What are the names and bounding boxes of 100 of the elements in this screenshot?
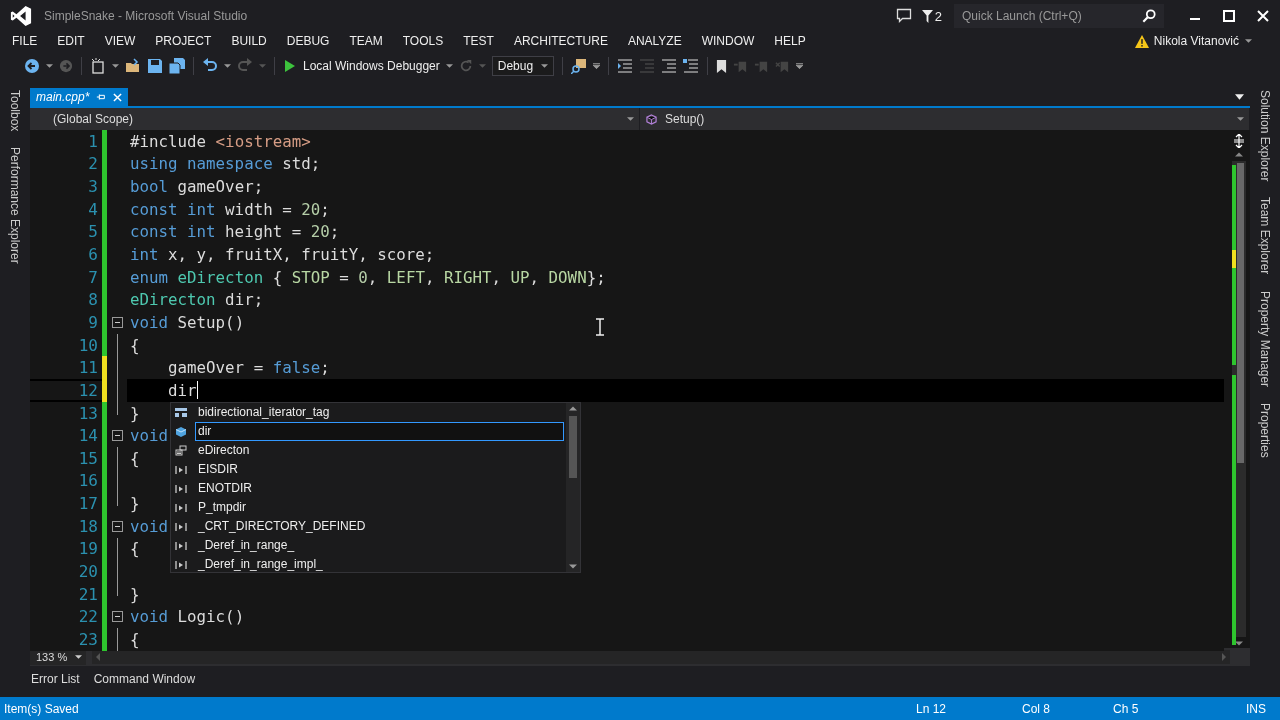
menu-item[interactable]: DEBUG (276, 34, 340, 48)
status-message: Item(s) Saved (4, 701, 80, 716)
caret-icon[interactable] (1245, 39, 1252, 43)
indent-icon[interactable] (616, 58, 633, 74)
menu-item[interactable]: PROJECT (145, 34, 222, 48)
macro-icon (175, 464, 187, 475)
back-icon[interactable] (24, 58, 40, 74)
code-line: void (130, 426, 169, 446)
code-line: const int width = 20; (130, 199, 330, 219)
quick-launch-field[interactable]: Quick Launch (Ctrl+Q) (954, 4, 1164, 28)
menu-item[interactable]: BUILD (221, 34, 277, 48)
completion-item[interactable]: dir (195, 422, 564, 441)
window-title: SimpleSnake - Microsoft Visual Studio (44, 9, 248, 23)
collapse-icon[interactable] (111, 611, 123, 623)
open-folder-icon[interactable] (125, 58, 141, 74)
completion-item[interactable]: _Deref_in_range_impl_ (195, 555, 566, 574)
scroll-down-icon[interactable] (569, 564, 577, 569)
scroll-up-icon[interactable] (569, 406, 577, 411)
completion-item[interactable]: bidirectional_iterator_tag (195, 403, 566, 422)
outline-guide (117, 628, 118, 651)
visual-studio-logo-icon (10, 5, 32, 27)
code-line: void (130, 516, 169, 536)
list-scrollbar[interactable] (566, 403, 580, 572)
toolbar-options-icon[interactable] (795, 63, 803, 69)
caret-icon[interactable] (112, 64, 119, 68)
macro-icon (175, 521, 187, 532)
completion-item[interactable]: _Deref_in_range_ (195, 536, 566, 555)
side-panel-tab[interactable]: Properties (1258, 400, 1272, 460)
menu-item[interactable]: ANALYZE (617, 34, 692, 48)
menu-item[interactable]: ARCHITECTURE (503, 34, 618, 48)
menu-item[interactable]: TEAM (339, 34, 393, 48)
scroll-up-icon[interactable] (1235, 152, 1243, 157)
character-indicator: Ch 5 (1113, 701, 1140, 716)
insert-mode-indicator: INS (1246, 701, 1267, 716)
line-number: 12 (30, 380, 102, 400)
caret-icon (1237, 117, 1244, 121)
undo-icon[interactable] (202, 58, 218, 74)
collapse-icon[interactable] (111, 520, 123, 532)
scroll-down-icon[interactable] (1235, 641, 1243, 646)
menu-item[interactable]: VIEW (94, 34, 146, 48)
tab-list-icon[interactable] (1235, 94, 1244, 100)
enum-icon (175, 444, 187, 457)
completion-item[interactable]: P_tmpdir (195, 498, 566, 517)
code-line: gameOver = false; (167, 358, 330, 378)
column-indicator: Col 8 (1022, 701, 1051, 716)
menu-item[interactable]: EDIT (47, 34, 95, 48)
tool-window-tab[interactable]: Error List (31, 672, 80, 686)
configuration-dropdown[interactable]: Debug (491, 56, 554, 76)
pin-icon[interactable] (96, 92, 107, 102)
side-panel-tab[interactable]: Solution Explorer (1258, 88, 1272, 184)
side-panel-tab[interactable]: Performance Explorer (8, 145, 22, 267)
caret-icon[interactable] (592, 63, 600, 69)
account-button[interactable]: Nikola Vitanović (1153, 34, 1239, 48)
comment-icon[interactable] (660, 58, 677, 74)
completion-item[interactable]: _CRT_DIRECTORY_DEFINED (195, 517, 566, 536)
search-icon[interactable] (1142, 9, 1156, 23)
play-icon (285, 60, 295, 72)
close-icon[interactable] (1257, 10, 1269, 22)
code-line: dir (167, 379, 199, 402)
scrollbar-thumb[interactable] (1237, 163, 1244, 463)
start-debugging-button[interactable]: Local Windows Debugger (283, 59, 440, 73)
tool-window-tab[interactable]: Command Window (93, 672, 196, 686)
save-all-icon[interactable] (169, 58, 185, 74)
menu-item[interactable]: WINDOW (691, 34, 765, 48)
bookmark-icon[interactable] (715, 58, 727, 74)
completion-item[interactable]: eDirecton (195, 441, 566, 460)
code-line: { (130, 335, 140, 355)
side-panel-tab[interactable]: Team Explorer (1258, 195, 1272, 277)
caret-icon[interactable] (445, 64, 453, 68)
collapse-icon[interactable] (111, 316, 123, 328)
splitter-icon[interactable] (1233, 134, 1245, 148)
new-project-icon[interactable] (90, 58, 106, 74)
uncomment-icon[interactable] (682, 58, 699, 74)
menu-item[interactable]: TOOLS (392, 34, 454, 48)
code-line: bool gameOver; (130, 177, 264, 197)
collapse-icon[interactable] (111, 430, 123, 442)
menu-item[interactable]: HELP (764, 34, 816, 48)
macro-icon (175, 502, 187, 513)
quick-launch-input[interactable]: Quick Launch (Ctrl+Q) (960, 8, 1142, 24)
menu-item[interactable]: FILE (2, 34, 48, 48)
structure-icon (175, 406, 187, 419)
line-indicator: Ln 12 (916, 701, 948, 716)
code-line: enum eDirecton { STOP = 0, LEFT, RIGHT, UP, DOWN}; (130, 267, 606, 287)
document-tab[interactable]: main.cpp* (30, 88, 129, 106)
menu-item[interactable]: TEST (453, 34, 504, 48)
caret-icon[interactable] (224, 64, 231, 68)
code-line: { (130, 539, 140, 559)
feedback-icon[interactable] (895, 8, 912, 24)
scrollbar-thumb[interactable] (569, 416, 577, 478)
code-line: using namespace std; (130, 154, 321, 174)
side-panel-tab[interactable]: Toolbox (8, 88, 22, 134)
caret-icon[interactable] (46, 64, 53, 68)
find-in-files-icon[interactable] (570, 58, 587, 74)
maximize-icon[interactable] (1223, 10, 1235, 22)
macro-icon (175, 483, 187, 494)
macro-icon (175, 559, 187, 570)
completion-item[interactable]: EISDIR (195, 460, 566, 479)
save-icon[interactable] (147, 58, 163, 74)
completion-item[interactable]: ENOTDIR (195, 479, 566, 498)
side-panel-tab[interactable]: Property Manager (1258, 288, 1272, 389)
